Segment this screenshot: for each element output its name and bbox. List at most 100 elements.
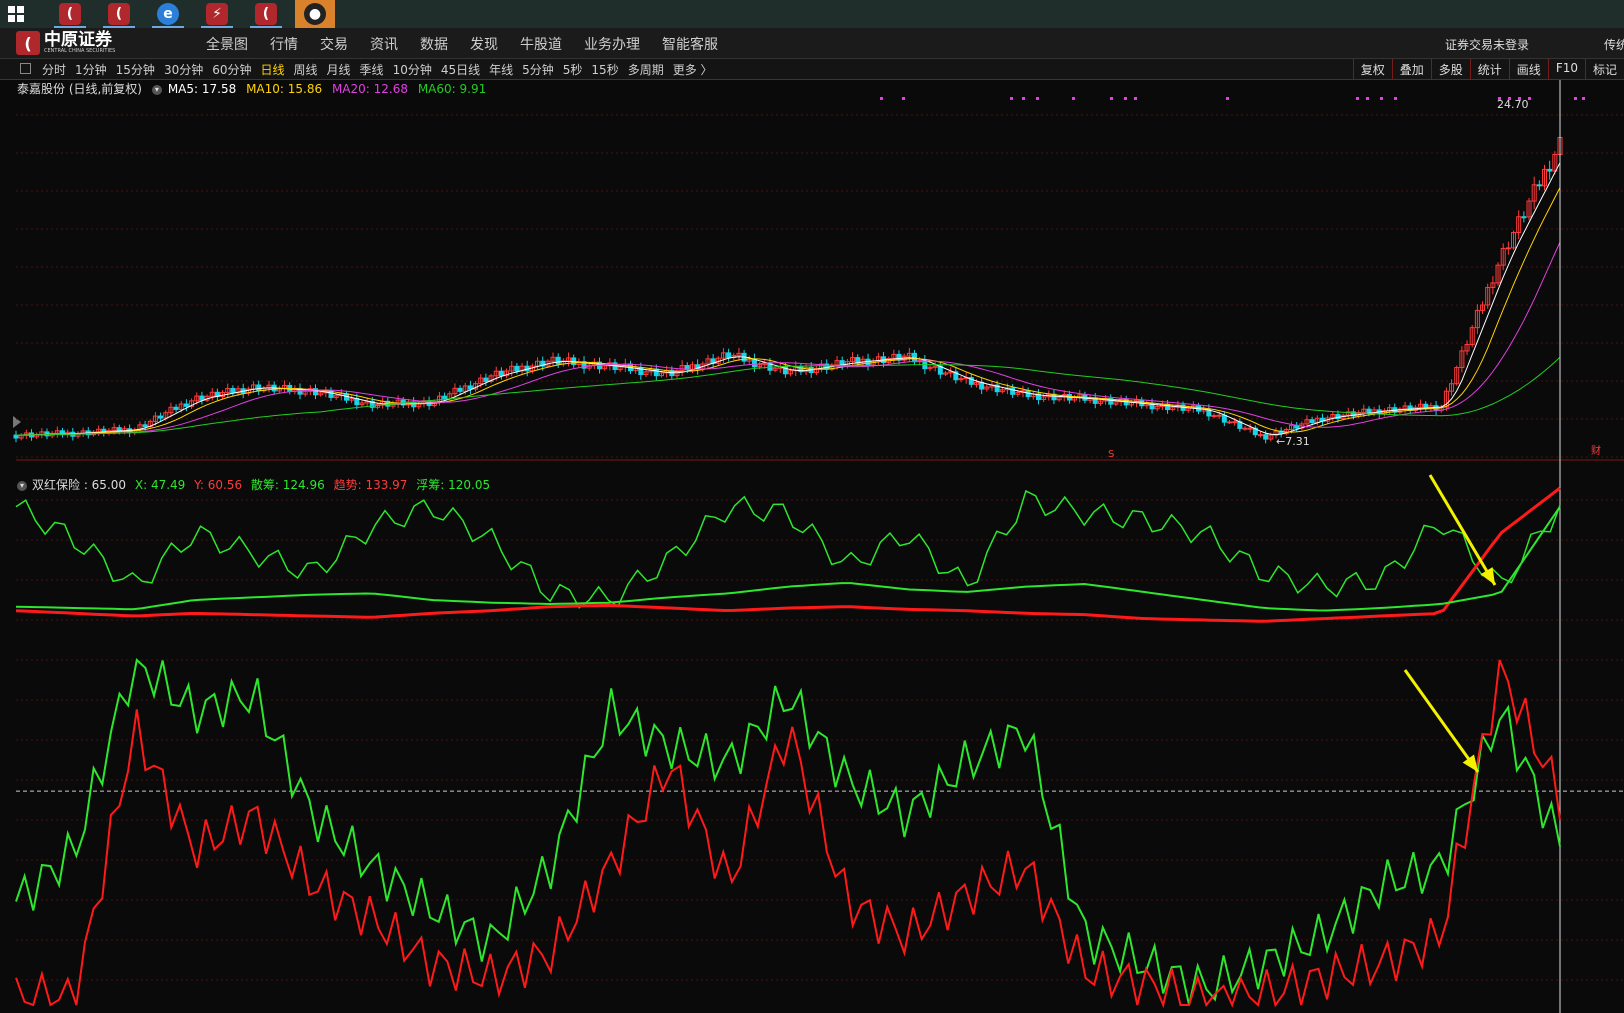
- taskbar-app-ie[interactable]: e: [148, 0, 188, 28]
- ma10-value: MA10: 15.86: [246, 82, 323, 96]
- indicator-line-0: [15, 489, 1561, 609]
- menu-bar: ( 中原证券 CENTRAL CHINA SECURITIES 全景图 行情 交…: [0, 28, 1624, 59]
- menu-item-discover[interactable]: 发现: [470, 34, 498, 54]
- menu-item-quotes[interactable]: 行情: [270, 34, 298, 54]
- indicator-qushi: 趋势: 133.97: [333, 478, 408, 492]
- ma60-value: MA60: 9.91: [417, 82, 487, 96]
- event-dot: [902, 97, 905, 100]
- tool-statistics[interactable]: 统计: [1469, 59, 1509, 79]
- tool-f10[interactable]: F10: [1547, 59, 1585, 79]
- annotation-arrow-upper-shaft: [1428, 474, 1497, 586]
- period-yearly[interactable]: 年线: [489, 61, 513, 78]
- menu-item-service[interactable]: 智能客服: [662, 34, 718, 54]
- taskbar-app-zhongyuan-1[interactable]: (: [50, 0, 90, 28]
- candle-body: [555, 356, 561, 365]
- event-dot: [1010, 97, 1013, 100]
- period-weekly[interactable]: 周线: [294, 61, 318, 78]
- candle-body: [1232, 421, 1238, 424]
- event-dot: [1582, 97, 1585, 100]
- windows-start-icon[interactable]: [8, 6, 24, 22]
- chart-area[interactable]: 24.70 ←7.31 S 财: [0, 80, 1624, 1013]
- zhongyuan-logo-icon: (: [59, 3, 81, 25]
- period-5min[interactable]: 5分钟: [522, 61, 554, 78]
- period-5sec[interactable]: 5秒: [563, 61, 583, 78]
- period-monthly[interactable]: 月线: [327, 61, 351, 78]
- tool-multi-stock[interactable]: 多股: [1430, 59, 1470, 79]
- menu-item-data[interactable]: 数据: [420, 34, 448, 54]
- zhongyuan-logo-icon: (: [255, 3, 277, 25]
- zhongyuan-logo-icon: (: [108, 3, 130, 25]
- tool-overlay[interactable]: 叠加: [1391, 59, 1431, 79]
- candle-body: [1505, 247, 1511, 250]
- tool-mark[interactable]: 标记: [1584, 59, 1624, 79]
- taskbar-app-red[interactable]: ⚡: [197, 0, 237, 28]
- candle-body: [514, 365, 520, 372]
- period-15min[interactable]: 15分钟: [116, 61, 155, 78]
- candle-body: [1227, 421, 1233, 424]
- red-app-icon: ⚡: [206, 3, 228, 25]
- period-45day[interactable]: 45日线: [441, 61, 480, 78]
- ma5-line: [15, 162, 1561, 436]
- period-quarterly[interactable]: 季线: [360, 61, 384, 78]
- tool-restore-rights[interactable]: 复权: [1352, 59, 1392, 79]
- candle-body: [498, 370, 504, 377]
- candle-body: [1547, 168, 1553, 172]
- finance-marker: 财: [1591, 444, 1601, 457]
- event-dot: [1226, 97, 1229, 100]
- panel-toggle-icon[interactable]: [20, 63, 31, 74]
- period-multi[interactable]: 多周期: [628, 61, 664, 78]
- menu-item-trade[interactable]: 交易: [320, 34, 348, 54]
- period-30min[interactable]: 30分钟: [164, 61, 203, 78]
- taskbar: ( ( e ⚡ ( ●: [0, 0, 1624, 28]
- indicator-x: X: 47.49: [134, 478, 186, 492]
- period-list: 分时 1分钟 15分钟 30分钟 60分钟 日线 周线 月线 季线 10分钟 4…: [42, 61, 722, 78]
- main-menu: 全景图 行情 交易 资讯 数据 发现 牛股道 业务办理 智能客服: [206, 34, 740, 54]
- candle-body: [1521, 216, 1527, 219]
- login-status[interactable]: 证券交易未登录: [1445, 36, 1529, 53]
- candle-body: [1010, 387, 1016, 395]
- candle-body: [467, 385, 473, 390]
- menu-item-niugudao[interactable]: 牛股道: [520, 34, 562, 54]
- stock-name: 泰嘉股份 (日线,前复权): [17, 82, 142, 96]
- period-15sec[interactable]: 15秒: [591, 61, 618, 78]
- app-logo: ( 中原证券 CENTRAL CHINA SECURITIES: [16, 30, 115, 56]
- period-1min[interactable]: 1分钟: [75, 61, 107, 78]
- candle-body: [1216, 414, 1222, 417]
- candle-body: [183, 403, 189, 407]
- menu-item-traditional[interactable]: 传统: [1604, 36, 1624, 53]
- candle-body: [1263, 434, 1269, 440]
- period-60min[interactable]: 60分钟: [212, 61, 251, 78]
- candle-body: [1309, 419, 1315, 423]
- taskbar-app-zhongyuan-3[interactable]: (: [246, 0, 286, 28]
- candle-body: [442, 395, 448, 400]
- candle-body: [1221, 414, 1227, 423]
- taskbar-app-qq[interactable]: ●: [295, 0, 335, 28]
- event-dot: [1498, 97, 1501, 100]
- event-dot: [1022, 97, 1025, 100]
- period-intraday[interactable]: 分时: [42, 61, 66, 78]
- oscillator-line-0: [15, 658, 1561, 1006]
- annotation-arrow-lower-head: [1462, 754, 1478, 772]
- indicator-legend: ▾ 双红保险 : 65.00 X: 47.49 Y: 60.56 散筹: 124.…: [17, 476, 495, 493]
- menu-item-business[interactable]: 业务办理: [584, 34, 640, 54]
- candle-body: [726, 352, 732, 359]
- qq-penguin-icon: ●: [304, 3, 326, 25]
- event-dot: [1574, 97, 1577, 100]
- logo-text-en: CENTRAL CHINA SECURITIES: [44, 48, 116, 54]
- event-dot: [1366, 97, 1369, 100]
- event-dot: [1134, 97, 1137, 100]
- menu-item-news[interactable]: 资讯: [370, 34, 398, 54]
- period-more[interactable]: 更多 〉: [673, 61, 713, 78]
- candle-body: [483, 377, 489, 382]
- indicator-dropdown-icon[interactable]: ▾: [17, 480, 27, 491]
- logo-text-cn: 中原证券: [44, 30, 112, 50]
- candle-body: [158, 415, 164, 419]
- legend-dropdown-icon[interactable]: ▾: [151, 84, 162, 95]
- event-dot: [1508, 97, 1511, 100]
- tool-draw-line[interactable]: 画线: [1508, 59, 1548, 79]
- period-10min[interactable]: 10分钟: [393, 61, 432, 78]
- period-daily[interactable]: 日线: [261, 61, 285, 78]
- event-dot: [1518, 97, 1521, 100]
- taskbar-app-zhongyuan-2[interactable]: (: [99, 0, 139, 28]
- menu-item-overview[interactable]: 全景图: [206, 34, 248, 54]
